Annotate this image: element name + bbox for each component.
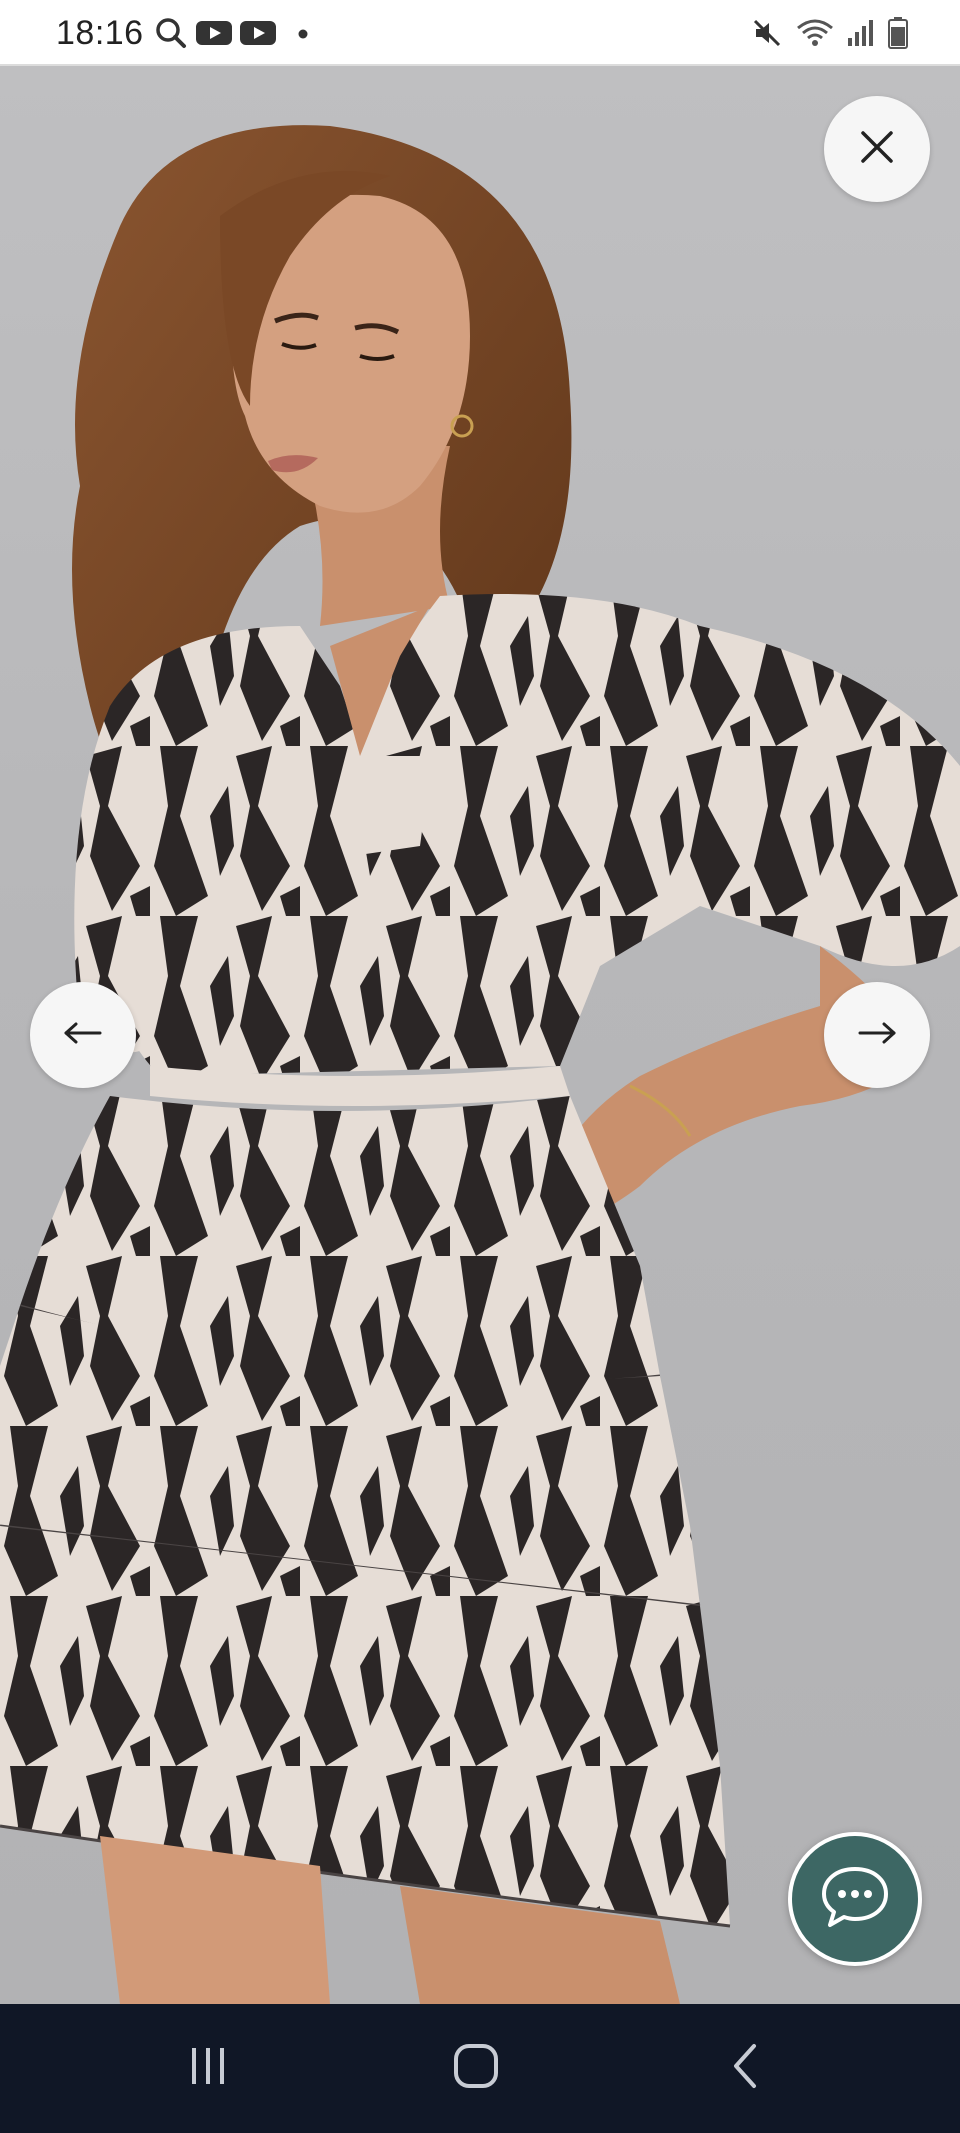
chat-button[interactable] bbox=[788, 1832, 922, 1966]
back-button[interactable] bbox=[706, 2038, 786, 2098]
chat-bubble-icon bbox=[820, 1865, 890, 1934]
previous-image-button[interactable] bbox=[30, 982, 136, 1088]
product-image-viewer[interactable] bbox=[0, 66, 960, 2004]
battery-icon bbox=[888, 16, 908, 54]
screen: 18:16 bbox=[0, 0, 960, 2133]
wifi-icon bbox=[796, 18, 834, 53]
back-icon bbox=[726, 2042, 766, 2095]
arrow-right-icon bbox=[856, 1021, 898, 1050]
status-bar: 18:16 bbox=[0, 0, 960, 66]
youtube-icon bbox=[196, 19, 232, 52]
close-icon bbox=[857, 127, 897, 172]
status-left-icons bbox=[154, 16, 308, 55]
youtube-icon bbox=[240, 19, 276, 52]
next-image-button[interactable] bbox=[824, 982, 930, 1088]
search-icon bbox=[154, 16, 188, 55]
mute-icon bbox=[752, 18, 782, 53]
home-button[interactable] bbox=[436, 2038, 516, 2098]
recents-icon bbox=[186, 2044, 230, 2093]
status-time: 18:16 bbox=[56, 14, 144, 52]
arrow-left-icon bbox=[62, 1021, 104, 1050]
product-photo bbox=[0, 125, 960, 2004]
home-icon bbox=[452, 2042, 500, 2095]
recents-button[interactable] bbox=[168, 2038, 248, 2098]
signal-icon bbox=[848, 18, 874, 53]
notification-dot-icon bbox=[298, 26, 308, 44]
navigation-bar bbox=[0, 2004, 960, 2133]
close-button[interactable] bbox=[824, 96, 930, 202]
status-right-icons bbox=[752, 16, 908, 54]
